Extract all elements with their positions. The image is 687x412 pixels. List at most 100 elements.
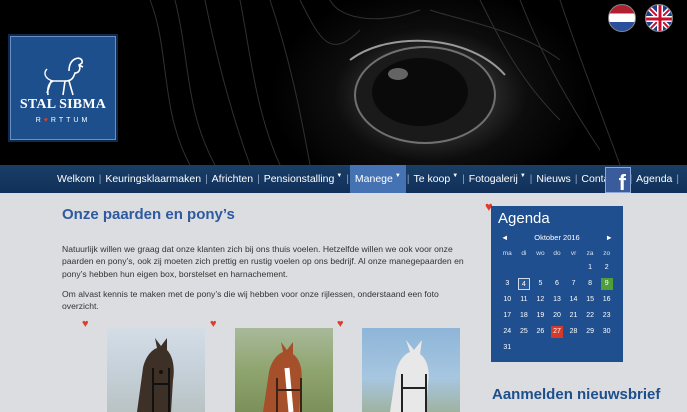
calendar-day-number: 27 [550,326,563,338]
nl-flag-icon[interactable] [608,4,636,32]
weekday-header: zo [603,249,611,257]
calendar-day-number: 20 [553,312,561,319]
calendar-empty-cell [516,260,533,276]
calendar-day[interactable]: 22 [582,308,599,324]
nav-item-label: Welkom [57,173,95,185]
calendar-day[interactable]: 27 [549,324,566,340]
logo-brand-name: STAL SIBMA [19,97,107,112]
caret-down-icon: ▼ [336,173,343,179]
nav-item-label: Pensionstalling [263,173,335,185]
calendar-empty-cell [582,340,599,356]
calendar-day[interactable]: 2 [598,260,615,276]
calendar-day-number: 14 [569,296,578,303]
calendar-day[interactable]: 13 [549,292,566,308]
calendar-day-number [518,341,530,353]
nav-item-agenda[interactable]: Agenda [633,165,675,193]
calendar-day-number: 5 [538,280,543,287]
calendar-day[interactable]: 31 [499,340,516,356]
calendar-day-number: 4 [517,278,530,290]
agenda-month-label: Oktober 2016 [534,233,580,242]
calendar-day[interactable]: 3 [499,276,516,292]
calendar-day[interactable]: 10 [499,292,516,308]
nav-item-label: Keuringsklaarmaken [105,173,202,185]
calendar-empty-cell [549,340,566,356]
calendar-day[interactable]: 6 [549,276,566,292]
nav-item-manege[interactable]: Manege ▼ [349,165,406,193]
calendar-day[interactable]: 29 [582,324,599,340]
calendar-day-number: 8 [588,280,593,287]
calendar-day[interactable]: 8 [582,276,599,292]
calendar-day-number: 13 [553,296,561,303]
heart-icon: ♥ [337,318,344,330]
calendar-day[interactable]: 17 [499,308,516,324]
calendar-day-number: 16 [602,296,611,303]
calendar-day[interactable]: 9 [598,276,615,292]
nav-item-keuringsklaarmaken[interactable]: Keuringsklaarmaken [102,165,204,193]
facebook-icon[interactable]: f [605,167,631,195]
calendar-day[interactable]: 1 [582,260,599,276]
nav-item-fotogalerij[interactable]: Fotogalerij ▼ [466,165,529,193]
calendar-day-number: 15 [586,296,594,303]
calendar-day[interactable]: 30 [598,324,615,340]
nav-item-te-koop[interactable]: Te koop ▼ [410,165,461,193]
calendar-day-number: 25 [519,328,528,335]
nav-item-africhten[interactable]: Africhten [209,165,256,193]
next-month-button[interactable]: ► [606,233,613,242]
calendar-day-number: 11 [520,296,528,303]
calendar-day-number: 18 [519,312,528,319]
nav-item-nieuws[interactable]: Nieuws [533,165,573,193]
pony-photo-brown[interactable] [107,328,205,412]
agenda-title: Agenda [498,210,550,227]
calendar-day-number: 10 [503,296,512,303]
calendar-day[interactable]: 12 [532,292,549,308]
nav-item-label: Fotogalerij [468,173,518,185]
heart-icon: ♥ [210,318,217,330]
prev-month-button[interactable]: ◄ [501,233,508,242]
calendar-day[interactable]: 19 [532,308,549,324]
calendar-empty-cell [565,260,582,276]
calendar-day[interactable]: 5 [532,276,549,292]
calendar-day-number: 30 [602,328,611,335]
nav-item-pensionstalling[interactable]: Pensionstalling ▼ [261,165,346,193]
calendar-day[interactable]: 24 [499,324,516,340]
pony-photo-chestnut[interactable] [235,328,333,412]
calendar-day[interactable]: 16 [598,292,615,308]
uk-flag-icon[interactable] [645,4,673,32]
calendar-day[interactable]: 14 [565,292,582,308]
calendar-day[interactable]: 26 [532,324,549,340]
calendar-day-number: 29 [586,328,594,335]
calendar-day[interactable]: 25 [516,324,533,340]
calendar-day[interactable]: 15 [582,292,599,308]
nav-separator: | [676,173,679,185]
calendar-day[interactable]: 28 [565,324,582,340]
nav-item-welkom[interactable]: Welkom [54,165,98,193]
pony-photo-white[interactable] [362,328,460,412]
calendar-day[interactable]: 7 [565,276,582,292]
calendar-day-number [568,341,580,353]
calendar-day-number: 26 [536,328,545,335]
heart-icon: ♥ [82,318,89,330]
calendar-day[interactable]: 4 [516,276,533,292]
calendar-empty-cell [516,340,533,356]
nav-item-label: Manege [354,173,393,185]
calendar-day[interactable]: 11 [516,292,533,308]
main-navigation: Welkom | Keuringsklaarmaken | Africhten | Pens… [0,165,687,193]
calendar-day-number [501,261,513,273]
photo-overview-paragraph: Om alvast kennis te maken met de pony’s … [62,289,439,312]
calendar-day-number [518,261,530,273]
logo-place-name: R♥RTTUM [35,117,91,124]
calendar-day-number: 2 [604,264,609,271]
calendar-day-number: 31 [503,344,512,351]
weekday-header: ma [502,249,512,257]
stal-sibma-logo[interactable]: STAL SIBMA R♥RTTUM [10,36,116,140]
calendar-day[interactable]: 23 [598,308,615,324]
calendar-day-number [534,261,546,273]
calendar-day-number [584,341,596,353]
calendar-day-number [551,261,563,273]
calendar-day-number: 22 [586,312,594,319]
calendar-day[interactable]: 21 [565,308,582,324]
calendar-day-number: 9 [600,278,613,290]
calendar-day[interactable]: 20 [549,308,566,324]
calendar-day[interactable]: 18 [516,308,533,324]
calendar-day-number [534,341,546,353]
